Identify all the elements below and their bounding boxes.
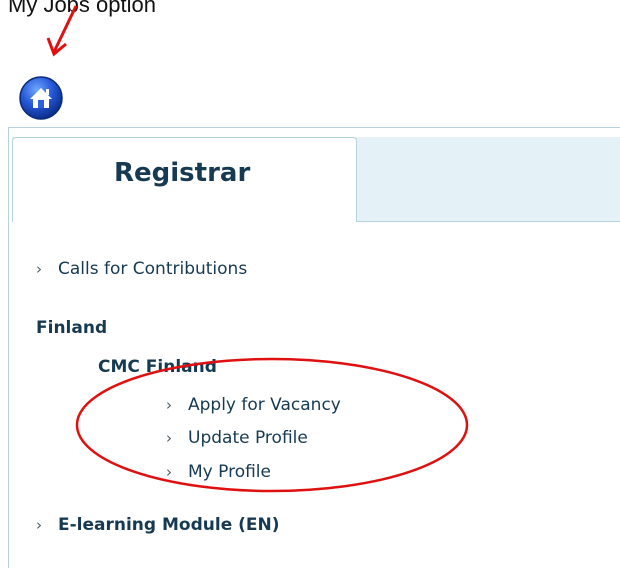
calls-for-contributions-link[interactable]: › Calls for Contributions xyxy=(36,259,247,279)
tab-registrar-label: Registrar xyxy=(114,158,251,188)
elearning-module-link[interactable]: › E-learning Module (EN) xyxy=(36,515,280,535)
home-button[interactable] xyxy=(18,75,64,121)
calls-for-contributions-label: Calls for Contributions xyxy=(58,259,248,279)
annotation-ellipse-icon xyxy=(75,357,469,493)
country-heading: Finland xyxy=(36,318,108,338)
elearning-module-label: E-learning Module (EN) xyxy=(58,515,280,535)
chevron-right-icon: › xyxy=(36,260,42,278)
annotation-arrow-icon xyxy=(46,5,78,57)
chevron-right-icon: › xyxy=(36,516,42,534)
home-icon xyxy=(19,76,63,120)
